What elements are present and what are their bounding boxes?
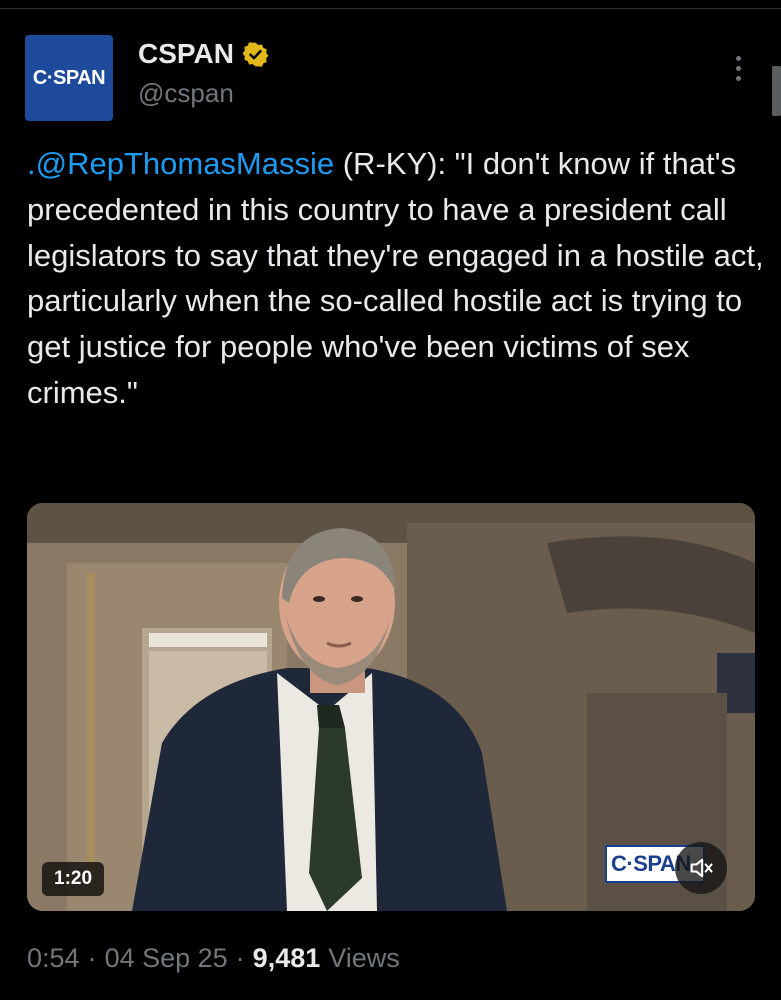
meta-separator: · — [235, 943, 245, 973]
meta-separator: · — [87, 943, 97, 973]
views-count[interactable]: 9,481 — [253, 943, 321, 974]
scrollbar-thumb[interactable] — [772, 66, 781, 116]
tweet-body: (R-KY): "I don't know if that's preceden… — [27, 146, 764, 410]
post-date[interactable]: 04 Sep 25 — [105, 943, 228, 974]
verified-badge-icon — [242, 41, 269, 67]
tweet-meta: 0:54 · 04 Sep 25 · 9,481 Views — [27, 943, 400, 974]
display-name[interactable]: CSPAN — [138, 38, 234, 70]
views-label: Views — [328, 943, 400, 973]
post-time[interactable]: 0:54 — [27, 943, 80, 974]
tweet-text: .@RepThomasMassie (R-KY): "I don't know … — [27, 141, 767, 416]
avatar[interactable]: C·SPAN — [25, 35, 113, 121]
mention-link[interactable]: .@RepThomasMassie — [27, 146, 334, 181]
top-divider — [0, 8, 781, 9]
video-duration-badge: 1:20 — [42, 862, 105, 896]
volume-muted-icon — [690, 858, 713, 878]
avatar-logo-text: C·SPAN — [32, 66, 106, 89]
display-name-row[interactable]: CSPAN — [138, 38, 269, 70]
more-vertical-icon[interactable] — [730, 56, 746, 86]
mute-button[interactable] — [675, 842, 727, 894]
handle[interactable]: @cspan — [138, 78, 234, 109]
